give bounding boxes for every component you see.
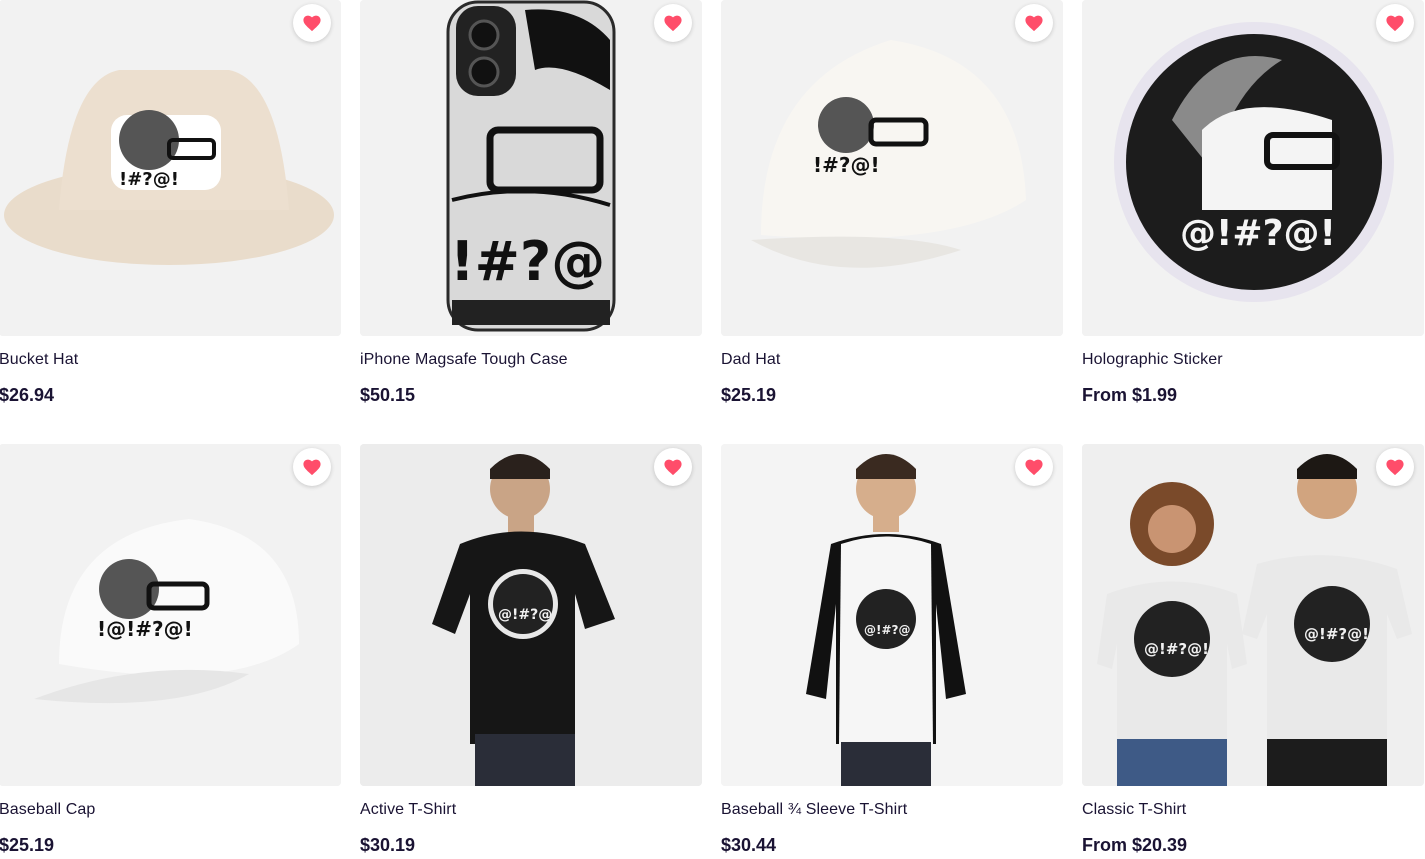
svg-text:@!#?@: @!#?@ — [498, 607, 552, 623]
product-card[interactable]: @!#?@! @!#?@! Classic T-Shirt From $20.3… — [1082, 444, 1424, 856]
product-title[interactable]: Classic T-Shirt — [1082, 800, 1424, 820]
product-card[interactable]: @!#?@ Baseball ¾ Sleeve T-Shirt $30.44 — [721, 444, 1063, 856]
favorite-button[interactable] — [1015, 4, 1053, 42]
product-price: $30.44 — [721, 835, 777, 855]
product-price: $25.19 — [721, 385, 777, 405]
phone-case-image: !#?@ — [360, 0, 702, 336]
svg-text:@!#?@!: @!#?@! — [1144, 640, 1209, 658]
classic-tshirt-image: @!#?@! @!#?@! — [1082, 444, 1424, 786]
holographic-sticker-image: @!#?@! — [1082, 0, 1424, 336]
product-price: $30.19 — [360, 835, 416, 855]
product-image[interactable]: @!#?@ — [360, 444, 702, 786]
product-price: From $20.39 — [1082, 835, 1188, 855]
product-price: $26.94 — [0, 385, 55, 405]
heart-icon — [1025, 15, 1043, 32]
product-grid: !#?@! Bucket Hat $26.94 !#?@ iPhone Mags… — [0, 0, 1425, 859]
product-image[interactable]: @!#?@ — [721, 444, 1063, 786]
favorite-button[interactable] — [1015, 448, 1053, 486]
svg-text:@!#?@!: @!#?@! — [1304, 625, 1369, 643]
product-image[interactable]: @!#?@! @!#?@! — [1082, 444, 1424, 786]
product-card[interactable]: !#?@! Bucket Hat $26.94 — [0, 0, 341, 406]
baseball-sleeve-tshirt-image: @!#?@ — [721, 444, 1063, 786]
heart-icon — [303, 459, 321, 476]
product-card[interactable]: !#?@ iPhone Magsafe Tough Case $50.15 — [360, 0, 702, 406]
heart-icon — [303, 15, 321, 32]
product-title[interactable]: Active T-Shirt — [360, 800, 702, 820]
svg-text:!@!#?@!: !@!#?@! — [97, 617, 193, 641]
favorite-button[interactable] — [1376, 448, 1414, 486]
product-card[interactable]: @!#?@ Active T-Shirt $30.19 — [360, 444, 702, 856]
dad-hat-image: !#?@! — [721, 0, 1063, 336]
product-title[interactable]: Holographic Sticker — [1082, 350, 1424, 370]
product-title[interactable]: iPhone Magsafe Tough Case — [360, 350, 702, 370]
product-card[interactable]: !@!#?@! Baseball Cap $25.19 — [0, 444, 341, 856]
svg-text:!#?@: !#?@ — [450, 230, 605, 293]
product-title[interactable]: Baseball ¾ Sleeve T-Shirt — [721, 800, 1063, 820]
svg-text:@!#?@: @!#?@ — [864, 623, 911, 637]
product-title[interactable]: Dad Hat — [721, 350, 1063, 370]
svg-text:@!#?@!: @!#?@! — [1180, 213, 1336, 254]
favorite-button[interactable] — [293, 448, 331, 486]
favorite-button[interactable] — [654, 4, 692, 42]
heart-icon — [664, 459, 682, 476]
heart-icon — [1025, 459, 1043, 476]
active-tshirt-image: @!#?@ — [360, 444, 702, 786]
product-price: $50.15 — [360, 385, 416, 405]
product-price: $25.19 — [0, 835, 55, 855]
product-image[interactable]: !#?@ — [360, 0, 702, 336]
favorite-button[interactable] — [654, 448, 692, 486]
favorite-button[interactable] — [293, 4, 331, 42]
svg-text:!#?@!: !#?@! — [813, 153, 880, 177]
product-card[interactable]: !#?@! Dad Hat $25.19 — [721, 0, 1063, 406]
product-price: From $1.99 — [1082, 385, 1178, 405]
product-image[interactable]: !@!#?@! — [0, 444, 341, 786]
heart-icon — [1386, 15, 1404, 32]
product-title[interactable]: Baseball Cap — [0, 800, 341, 820]
svg-text:!#?@!: !#?@! — [119, 169, 179, 190]
product-image[interactable]: !#?@! — [721, 0, 1063, 336]
baseball-cap-image: !@!#?@! — [0, 444, 341, 786]
product-card[interactable]: @!#?@! Holographic Sticker From $1.99 — [1082, 0, 1424, 406]
product-title[interactable]: Bucket Hat — [0, 350, 341, 370]
product-image[interactable]: @!#?@! — [1082, 0, 1424, 336]
heart-icon — [1386, 459, 1404, 476]
product-image[interactable]: !#?@! — [0, 0, 341, 336]
bucket-hat-image: !#?@! — [0, 0, 341, 336]
favorite-button[interactable] — [1376, 4, 1414, 42]
heart-icon — [664, 15, 682, 32]
